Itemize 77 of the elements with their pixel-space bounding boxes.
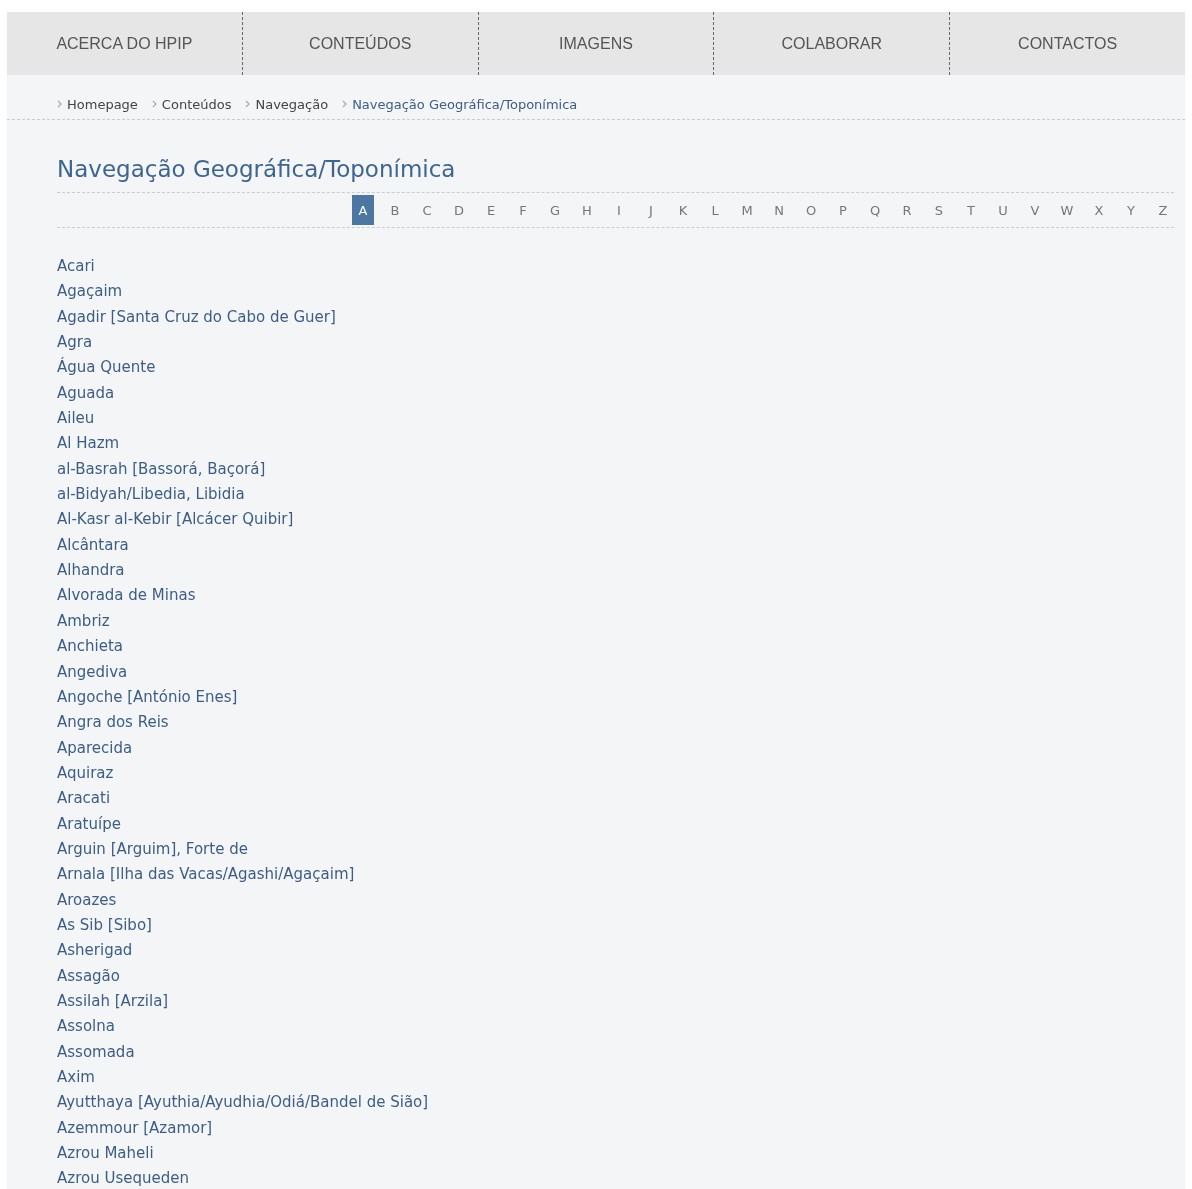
place-link[interactable]: Azemmour [Azamor] (57, 1115, 213, 1142)
place-link[interactable]: Alvorada de Minas (57, 583, 196, 609)
place-link[interactable]: Alcântara (57, 532, 129, 559)
place-link[interactable]: Acari (57, 254, 95, 280)
letter-tab[interactable]: Z (1152, 195, 1174, 225)
letter-tab[interactable]: A (352, 195, 374, 225)
place-link[interactable]: al-Bidyah/Libedia, Libidia (57, 482, 245, 508)
place-link[interactable]: Assolna (57, 1014, 115, 1040)
place-link[interactable]: Azrou Maheli (57, 1141, 154, 1167)
letter-tab[interactable]: O (800, 195, 822, 225)
place-link[interactable]: Aracati (57, 786, 111, 812)
place-link[interactable]: Aparecida (57, 735, 133, 761)
letter-tab[interactable]: M (736, 195, 758, 225)
breadcrumb-link[interactable]: Conteúdos (161, 96, 232, 112)
letter-tab[interactable]: F (512, 195, 534, 225)
place-link[interactable]: Aileu (57, 406, 95, 432)
nav-link[interactable]: CONTACTOS (949, 12, 1185, 75)
nav-link[interactable]: IMAGENS (477, 12, 714, 75)
place-link[interactable]: Azrou Usequeden (57, 1166, 189, 1189)
nav-link[interactable]: CONTEÚDOS (241, 12, 478, 75)
place-link[interactable]: Assilah [Arzila] (57, 988, 169, 1015)
place-link[interactable]: Angediva (57, 659, 128, 685)
breadcrumb-link[interactable]: Navegação Geográfica/Toponímica (352, 96, 578, 112)
letter-tab[interactable]: Q (864, 195, 886, 225)
letter-tab[interactable]: L (704, 195, 726, 225)
chevron-icon (151, 100, 157, 108)
place-link[interactable]: Al Hazm (57, 431, 120, 457)
place-link[interactable]: Angoche [António Enes] (57, 684, 238, 711)
letter-tab[interactable]: C (416, 195, 438, 225)
place-link[interactable]: As Sib [Sibo] (57, 912, 152, 939)
place-link[interactable]: Al-Kasr al-Kebir [Alcácer Quibir] (57, 507, 294, 533)
place-link[interactable]: Ambriz (57, 608, 110, 635)
nav-link[interactable]: COLABORAR (713, 12, 950, 75)
place-link[interactable]: Arguin [Arguim], Forte de (57, 836, 248, 863)
letter-tab[interactable]: S (928, 195, 950, 225)
place-link[interactable]: Assagão (57, 963, 120, 989)
place-link[interactable]: Assomada (57, 1039, 135, 1065)
letter-tab[interactable]: T (960, 195, 982, 225)
chevron-icon (342, 100, 348, 108)
nav-link[interactable]: ACERCA DO HPIP (7, 12, 242, 75)
place-link[interactable]: Angra dos Reis (57, 710, 169, 736)
letter-tab[interactable]: U (992, 195, 1014, 225)
place-link[interactable]: Aquiraz (57, 760, 114, 787)
letter-tab[interactable]: V (1024, 195, 1046, 225)
letter-tab[interactable]: B (384, 195, 406, 225)
place-link[interactable]: Aratuípe (57, 811, 121, 837)
letter-tab[interactable]: P (832, 195, 854, 225)
breadcrumb-link[interactable]: Navegação (255, 96, 329, 112)
place-link[interactable]: Anchieta (57, 634, 123, 660)
breadcrumb-link[interactable]: Homepage (67, 96, 138, 112)
place-link[interactable]: Ayutthaya [Ayuthia/Ayudhia/Odiá/Bandel de Sião] (57, 1090, 429, 1116)
page-title: Navegação Geográfica/Toponímica (57, 156, 457, 182)
letter-tab[interactable]: Y (1120, 195, 1142, 225)
letter-tab[interactable]: H (576, 195, 598, 225)
chevron-icon (57, 100, 62, 108)
letter-tab[interactable]: D (448, 195, 470, 225)
letter-tab[interactable]: W (1056, 195, 1078, 225)
place-link[interactable]: Agadir [Santa Cruz do Cabo de Guer] (57, 304, 336, 331)
chevron-icon (245, 100, 251, 108)
place-link[interactable]: Alhandra (57, 558, 125, 584)
letter-tab[interactable]: N (768, 195, 790, 225)
letter-tab[interactable]: J (640, 195, 662, 225)
place-link[interactable]: Axim (57, 1065, 95, 1091)
place-link[interactable]: Aroazes (57, 887, 117, 913)
place-link[interactable]: Asherigad (57, 938, 133, 964)
letter-tab[interactable]: G (544, 195, 566, 225)
place-link[interactable]: Água Quente (57, 355, 156, 381)
place-link[interactable]: al-Basrah [Bassorá, Baçorá] (57, 456, 266, 483)
place-link[interactable]: Agaçaim (57, 279, 123, 305)
place-link[interactable]: Arnala [Ilha das Vacas/Agashi/Agaçaim] (57, 862, 355, 888)
letter-tab[interactable]: X (1088, 195, 1110, 225)
letter-tab[interactable]: K (672, 195, 694, 225)
place-link[interactable]: Agra (57, 330, 93, 356)
letter-tab[interactable]: R (896, 195, 918, 225)
letter-tab[interactable]: I (608, 195, 630, 225)
place-link[interactable]: Aguada (57, 380, 115, 407)
letter-tab[interactable]: E (480, 195, 502, 225)
